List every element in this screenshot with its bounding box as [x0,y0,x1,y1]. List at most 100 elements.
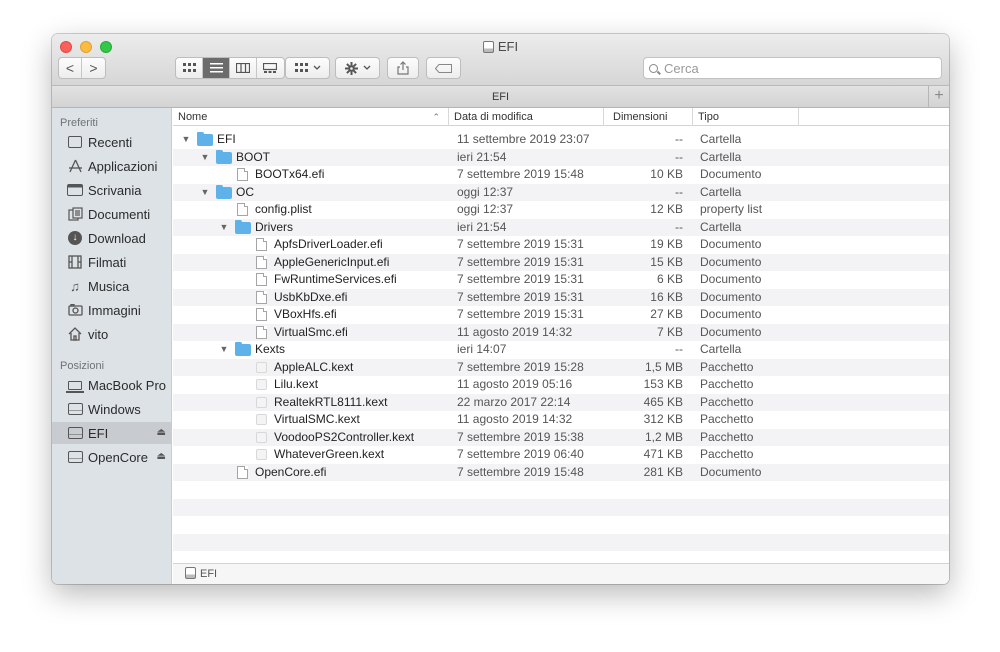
table-row[interactable]: VirtualSmc.efi 11 agosto 2019 14:32 7 KB Do… [173,323,949,342]
table-row[interactable]: config.plist oggi 12:37 12 KB property list [173,201,949,219]
group-by-button[interactable] [285,57,330,79]
tags-button[interactable] [426,57,461,79]
sidebar-item-label: Immagini [88,302,141,318]
disclosure-triangle-icon[interactable]: ▼ [219,219,229,237]
table-row[interactable]: VBoxHfs.efi 7 settembre 2019 15:31 27 KB Do… [173,306,949,324]
cell-name: ▼ Kexts [173,341,449,359]
cell-name: AppleGenericInput.efi [173,254,449,272]
icon-view-button[interactable] [176,58,203,78]
cell-kind: Pacchetto [700,412,754,426]
sidebar-item-documenti[interactable]: Documenti [52,203,172,225]
search-field[interactable]: Cerca [643,57,942,79]
tab-efi[interactable]: EFI [492,91,509,103]
sidebar-item-efi[interactable]: EFI ⏏ [52,422,172,444]
sidebar-item-applicazioni[interactable]: Applicazioni [52,155,172,177]
search-placeholder: Cerca [664,60,699,76]
table-row[interactable]: ApfsDriverLoader.efi 7 settembre 2019 15:… [173,236,949,254]
sidebar-item-windows[interactable]: Windows [52,398,172,420]
action-button[interactable] [335,57,380,79]
table-row[interactable]: FwRuntimeServices.efi 7 settembre 2019 15… [173,271,949,289]
cell-kind: Pacchetto [700,429,754,444]
cell-name: Lilu.kext [173,376,449,394]
sidebar-heading-favorites: Preferiti [60,117,98,129]
column-header-name[interactable]: Nome ⌃ [173,108,449,126]
table-row[interactable]: AppleGenericInput.efi 7 settembre 2019 15… [173,253,949,272]
sidebar-item-label: EFI [88,425,109,441]
disclosure-triangle-icon[interactable]: ▼ [200,184,210,202]
sidebar-item-vito[interactable]: vito [52,323,172,345]
list-view-button[interactable] [203,58,230,78]
cell-size: 281 KB [643,464,683,479]
sidebar-item-scrivania[interactable]: Scrivania [52,179,172,201]
sidebar-item-filmati[interactable]: Filmati [52,251,172,273]
gallery-view-button[interactable] [257,58,284,78]
cell-kind: Cartella [700,132,742,146]
file-name: WhateverGreen.kext [274,447,385,461]
package-icon [256,379,267,390]
cell-date: 7 settembre 2019 15:31 [457,289,584,304]
table-row[interactable]: VoodooPS2Controller.kext 7 settembre 2019… [173,428,949,446]
column-header-date[interactable]: Data di modifica [449,108,604,126]
eject-icon[interactable]: ⏏ [157,427,166,438]
package-icon [256,361,267,373]
disclosure-triangle-icon[interactable]: ▼ [200,149,210,167]
disclosure-triangle-icon[interactable]: ▼ [181,131,191,149]
desktop-icon [67,183,83,197]
column-header-size[interactable]: Dimensioni [604,108,693,126]
cell-kind: Cartella [700,184,742,199]
table-row[interactable]: ▼ OC oggi 12:37 -- Cartella [173,183,949,202]
table-row[interactable]: ▼ Drivers ieri 21:54 -- Cartella [173,218,949,237]
cell-name: OpenCore.efi [173,464,449,482]
cell-kind: Documento [700,237,762,251]
cell-size: -- [675,219,683,234]
cell-name: ▼ EFI [173,131,449,149]
cell-kind: Documento [700,307,762,321]
sidebar-item-recenti[interactable]: Recenti [52,131,172,153]
table-row[interactable]: OpenCore.efi 7 settembre 2019 15:48 281 KB… [173,463,949,482]
cell-size: 465 KB [643,394,683,409]
column-view-button[interactable] [230,58,257,78]
eject-icon[interactable]: ⏏ [157,451,166,462]
cell-name: VirtualSmc.efi [173,324,449,342]
table-row[interactable]: ▼ BOOT ieri 21:54 -- Cartella [173,148,949,167]
cell-size: 312 KB [643,412,683,426]
file-list: Nome ⌃ Data di modifica Dimensioni Tipo … [173,108,949,584]
share-button[interactable] [387,57,419,79]
sidebar-item-label: Recenti [88,134,133,150]
table-row[interactable]: AppleALC.kext 7 settembre 2019 15:28 1,5 M… [173,358,949,376]
sidebar-item-macbook-pro[interactable]: MacBook Pro [52,374,172,396]
column-header-kind[interactable]: Tipo [693,108,799,126]
sidebar-item-musica[interactable]: ♫ Musica [52,275,172,297]
table-row[interactable]: VirtualSMC.kext 11 agosto 2019 14:32 312 K… [173,411,949,429]
file-name: AppleALC.kext [274,359,354,374]
cell-name: config.plist [173,201,449,219]
table-row[interactable]: BOOTx64.efi 7 settembre 2019 15:48 10 KB Do… [173,166,949,184]
cell-size: 12 KB [650,202,683,216]
cell-size: 19 KB [650,237,683,251]
cell-size: -- [675,132,683,146]
list-icon [209,63,223,73]
sidebar-item-immagini[interactable]: Immagini [52,299,172,321]
path-bar-item-efi[interactable]: EFI [200,568,217,580]
disclosure-triangle-icon[interactable]: ▼ [219,341,229,359]
table-row[interactable]: ▼ EFI 11 settembre 2019 23:07 -- Cartella [173,131,949,149]
file-name: UsbKbDxe.efi [274,289,348,304]
forward-button[interactable]: > [82,58,105,78]
table-row[interactable]: Lilu.kext 11 agosto 2019 05:16 153 KB Pacch… [173,376,949,394]
table-row[interactable]: RealtekRTL8111.kext 22 marzo 2017 22:14 46… [173,393,949,411]
grid-icon [294,63,308,72]
sidebar-item-label: vito [88,326,109,342]
table-row[interactable]: UsbKbDxe.efi 7 settembre 2019 15:31 16 KB D… [173,288,949,306]
sidebar-item-download[interactable]: ↓ Download [52,227,172,249]
column-header-label: Dimensioni [613,111,668,123]
file-name: BOOTx64.efi [255,167,325,181]
table-row[interactable]: WhateverGreen.kext 7 settembre 2019 06:40… [173,446,949,464]
new-tab-button[interactable]: + [928,86,949,108]
tab-bar: EFI + [52,86,949,108]
cell-kind: Cartella [700,149,742,164]
sidebar-item-label: MacBook Pro [88,377,167,393]
table-row[interactable]: ▼ Kexts ieri 14:07 -- Cartella [173,341,949,359]
sidebar-item-opencore[interactable]: OpenCore ⏏ [52,446,172,468]
back-button[interactable]: < [59,58,83,78]
laptop-icon [67,378,83,392]
